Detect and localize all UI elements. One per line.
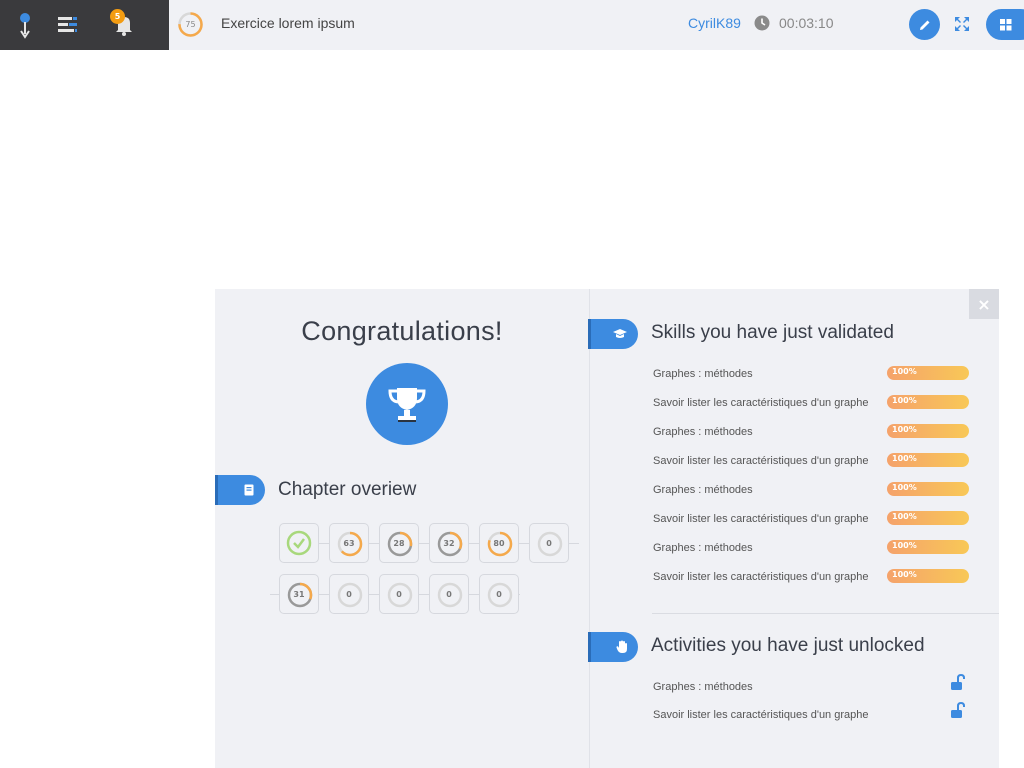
activity-row: Savoir lister les caractéristiques d'un … xyxy=(653,701,973,726)
skill-percent: 100% xyxy=(892,396,917,405)
chapter-item[interactable]: 63 xyxy=(329,523,369,563)
chapter-item-value: 0 xyxy=(496,589,502,599)
pencil-icon xyxy=(919,20,929,30)
chapter-item-value: 32 xyxy=(443,538,455,548)
skill-row: Savoir lister les caractéristiques d'un … xyxy=(653,509,983,529)
skill-progress-bar: 100% xyxy=(887,453,969,467)
graduation-cap-icon xyxy=(613,329,627,338)
skill-progress-bar: 100% xyxy=(887,366,969,380)
skill-progress-bar: 100% xyxy=(887,569,969,583)
chapter-item-value: 31 xyxy=(293,589,305,599)
chapter-grid: 63 28 32 80 0 31 0 0 0 0 xyxy=(265,523,585,623)
trophy-icon xyxy=(388,388,426,422)
chapter-item[interactable]: 0 xyxy=(479,574,519,614)
exercise-title: Exercice lorem ipsum xyxy=(221,15,355,31)
skill-label: Savoir lister les caractéristiques d'un … xyxy=(653,571,869,583)
close-button[interactable]: × xyxy=(969,289,999,319)
skill-progress-bar: 100% xyxy=(887,395,969,409)
activity-row: Graphes : méthodes xyxy=(653,673,973,698)
notification-badge: 5 xyxy=(110,9,125,24)
chapter-item[interactable]: 0 xyxy=(529,523,569,563)
skill-row: Savoir lister les caractéristiques d'un … xyxy=(653,393,983,413)
top-bar: 5 75 Exercice lorem ipsum CyrilK89 00:03… xyxy=(0,0,1024,50)
pin-icon[interactable] xyxy=(14,10,36,40)
username-link[interactable]: CyrilK89 xyxy=(688,15,741,31)
skill-percent: 100% xyxy=(892,512,917,521)
chapter-item[interactable]: 31 xyxy=(279,574,319,614)
chapter-item[interactable]: 80 xyxy=(479,523,519,563)
skill-row: Savoir lister les caractéristiques d'un … xyxy=(653,567,983,587)
exercise-progress-ring: 75 xyxy=(177,11,204,38)
skill-row: Graphes : méthodes 100% xyxy=(653,422,983,442)
skill-progress-bar: 100% xyxy=(887,424,969,438)
chapter-overview-title: Chapter overiew xyxy=(278,479,417,500)
chapter-item[interactable]: 0 xyxy=(379,574,419,614)
chapter-item-value: 28 xyxy=(393,538,405,548)
activities-title: Activities you have just unlocked xyxy=(651,635,925,656)
chapter-item-value: 0 xyxy=(446,589,452,599)
progress-value: 75 xyxy=(185,20,196,29)
chapter-item-completed[interactable] xyxy=(279,523,319,563)
skill-row: Graphes : méthodes 100% xyxy=(653,364,983,384)
skill-row: Graphes : méthodes 100% xyxy=(653,480,983,500)
section-separator xyxy=(652,613,999,614)
congrats-title: Congratulations! xyxy=(301,316,503,346)
unlock-icon[interactable] xyxy=(948,673,968,693)
chapter-item[interactable]: 32 xyxy=(429,523,469,563)
skill-progress-bar: 100% xyxy=(887,511,969,525)
grid-icon xyxy=(1000,18,1012,30)
chapter-section-tab xyxy=(215,475,265,505)
skill-label: Graphes : méthodes xyxy=(653,484,753,496)
timer: 00:03:10 xyxy=(779,15,834,31)
chapter-item-value: 0 xyxy=(396,589,402,599)
results-panel: × Congratulations! Chapter overiew 63 28… xyxy=(215,289,999,768)
skill-label: Graphes : méthodes xyxy=(653,368,753,380)
unlock-icon[interactable] xyxy=(948,701,968,721)
activities-section-tab xyxy=(588,632,638,662)
skill-label: Savoir lister les caractéristiques d'un … xyxy=(653,455,869,467)
hand-icon xyxy=(616,640,627,653)
activity-label: Graphes : méthodes xyxy=(653,681,753,693)
trophy-badge xyxy=(366,363,448,445)
skill-label: Graphes : méthodes xyxy=(653,542,753,554)
menu-icon[interactable] xyxy=(55,12,81,38)
skill-row: Graphes : méthodes 100% xyxy=(653,538,983,558)
skill-percent: 100% xyxy=(892,367,917,376)
skill-label: Graphes : méthodes xyxy=(653,426,753,438)
chapter-item-value: 63 xyxy=(343,538,355,548)
skill-percent: 100% xyxy=(892,570,917,579)
book-icon xyxy=(244,484,254,496)
skill-label: Savoir lister les caractéristiques d'un … xyxy=(653,513,869,525)
clock-icon xyxy=(754,15,770,31)
activity-label: Savoir lister les caractéristiques d'un … xyxy=(653,709,869,721)
skill-progress-bar: 100% xyxy=(887,540,969,554)
skill-percent: 100% xyxy=(892,425,917,434)
expand-icon[interactable] xyxy=(951,13,973,35)
chapter-item-value: 0 xyxy=(546,538,552,548)
skill-label: Savoir lister les caractéristiques d'un … xyxy=(653,397,869,409)
chapter-item[interactable]: 28 xyxy=(379,523,419,563)
skill-row: Savoir lister les caractéristiques d'un … xyxy=(653,451,983,471)
edit-button[interactable] xyxy=(909,9,940,40)
panel-divider xyxy=(589,289,590,768)
skills-title: Skills you have just validated xyxy=(651,322,894,343)
skill-progress-bar: 100% xyxy=(887,482,969,496)
chapter-item[interactable]: 0 xyxy=(329,574,369,614)
skills-section-tab xyxy=(588,319,638,349)
chapter-item[interactable]: 0 xyxy=(429,574,469,614)
chapter-item-value: 0 xyxy=(346,589,352,599)
skill-percent: 100% xyxy=(892,483,917,492)
grid-button[interactable] xyxy=(986,9,1024,40)
chapter-item-value: 80 xyxy=(493,538,505,548)
skill-percent: 100% xyxy=(892,541,917,550)
skill-percent: 100% xyxy=(892,454,917,463)
